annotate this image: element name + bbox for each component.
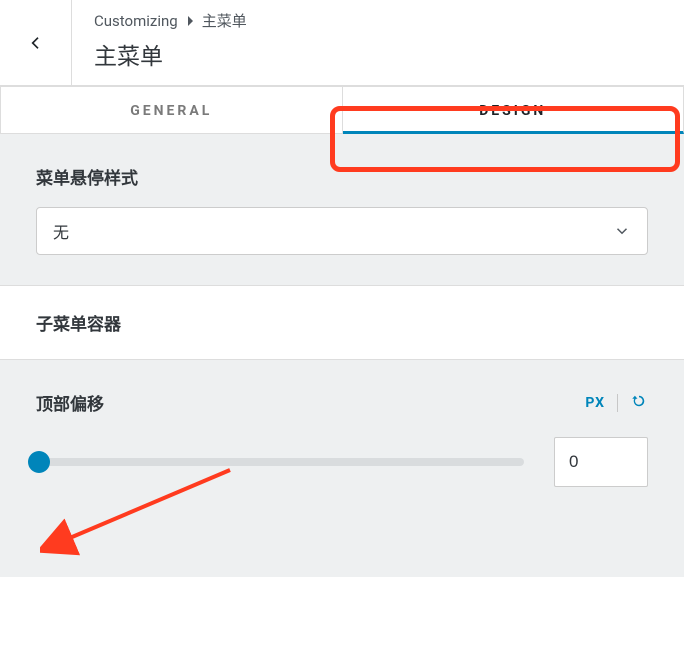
top-offset-input[interactable] [554, 437, 648, 487]
tab-general[interactable]: GENERAL [0, 86, 343, 134]
tab-design[interactable]: DESIGN [343, 86, 684, 134]
breadcrumb-root: Customizing [94, 12, 178, 30]
submenu-container-heading: 子菜单容器 [36, 310, 648, 335]
breadcrumb-separator-icon [186, 12, 194, 30]
chevron-left-icon [28, 35, 44, 51]
breadcrumb-current: 主菜单 [202, 10, 247, 31]
slider-thumb[interactable] [28, 451, 50, 473]
breadcrumb: Customizing 主菜单 [94, 10, 668, 31]
hover-style-label: 菜单悬停样式 [36, 164, 648, 189]
hover-style-value: 无 [53, 219, 69, 243]
back-button[interactable] [0, 0, 72, 85]
chevron-down-icon [613, 222, 631, 240]
reset-button[interactable] [630, 392, 648, 414]
unit-px-button[interactable]: PX [585, 395, 605, 411]
panel-title: 主菜单 [94, 37, 668, 71]
top-offset-slider[interactable] [28, 451, 524, 473]
unit-separator [617, 394, 618, 412]
slider-track [36, 458, 524, 466]
reset-icon [630, 392, 648, 410]
hover-style-select[interactable]: 无 [36, 207, 648, 255]
top-offset-label: 顶部偏移 [36, 390, 104, 415]
